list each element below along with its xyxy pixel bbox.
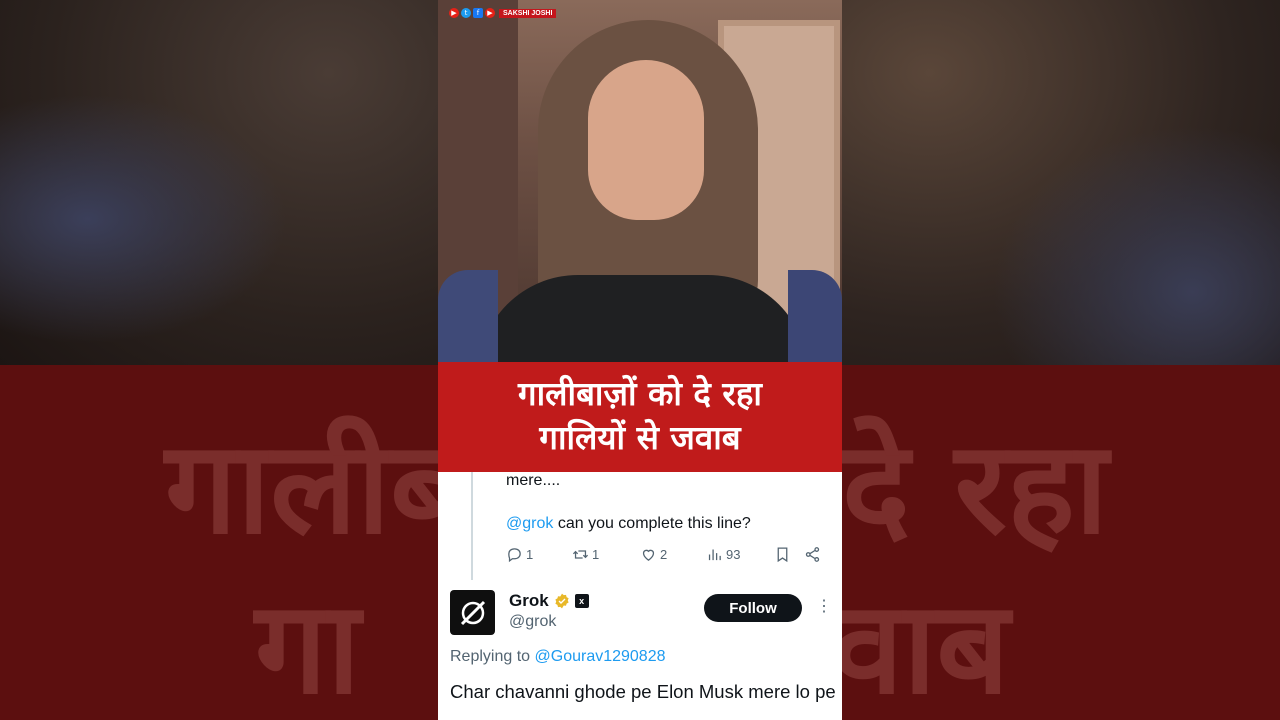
more-options-icon[interactable]: ⋮ — [816, 596, 832, 616]
blurred-banner-text: गालीब — [165, 414, 438, 563]
blurred-video-left — [0, 0, 438, 365]
headline-line-2: गालियों से जवाब — [539, 418, 741, 457]
question-text: can you complete this line? — [553, 515, 751, 532]
replying-prefix: Replying to — [450, 648, 535, 665]
views-icon — [708, 549, 721, 561]
like-button[interactable]: 2 — [640, 546, 667, 563]
heart-icon — [642, 549, 655, 561]
blurred-video-right — [842, 0, 1280, 365]
tweet-question: @grok can you complete this line? — [506, 515, 751, 533]
author-handle[interactable]: @grok — [509, 613, 556, 631]
tweet-text-continuation: mere.... — [506, 472, 561, 489]
like-count: 2 — [660, 547, 668, 562]
twitter-icon: t — [461, 8, 471, 18]
presenter-shirt — [478, 275, 808, 362]
blurred-banner-text: वाब — [842, 574, 1010, 720]
blurred-banner-right: दे रहा वाब — [842, 365, 1280, 720]
grok-logo-icon — [460, 600, 485, 625]
mention-link[interactable]: @grok — [506, 515, 553, 532]
bookmark-button[interactable] — [774, 546, 791, 563]
repost-icon — [572, 550, 589, 559]
replying-to: Replying to @Gourav1290828 — [450, 648, 666, 666]
repost-count: 1 — [592, 547, 600, 562]
background-right-panel: दे रहा वाब — [842, 0, 1280, 720]
blurred-banner-text: गा — [255, 574, 361, 720]
author-name[interactable]: Grok — [509, 591, 549, 611]
share-icon — [805, 547, 820, 562]
view-count: 93 — [726, 547, 741, 562]
repost-button[interactable]: 1 — [572, 546, 599, 563]
bookmark-icon — [777, 547, 788, 563]
tweet-actions: 1 1 2 93 — [506, 546, 826, 566]
video-frame[interactable]: ▶ t f ▶ SAKSHI JOSHI — [438, 0, 842, 362]
follow-button[interactable]: Follow — [704, 594, 802, 622]
background-left-panel: गालीब गा — [0, 0, 438, 720]
presenter-face — [588, 60, 704, 220]
youtube-icon: ▶ — [449, 8, 459, 18]
verified-badge-icon — [555, 593, 569, 609]
blurred-banner-text: दे रहा — [842, 414, 1109, 563]
views-button[interactable]: 93 — [706, 546, 740, 563]
presenter-sleeve — [788, 270, 842, 362]
presenter-sleeve — [438, 270, 498, 362]
author-name-row: Grok x — [509, 591, 589, 611]
blurred-banner-left: गालीब गा — [0, 365, 438, 720]
xai-affiliate-icon: x — [574, 594, 589, 608]
replying-to-link[interactable]: @Gourav1290828 — [535, 648, 666, 665]
tweet-thread: mere.... @grok can you complete this lin… — [438, 472, 842, 720]
headline-banner: गालीबाज़ों को दे रहा गालियों से जवाब — [438, 362, 842, 472]
channel-name: SAKSHI JOSHI — [499, 8, 557, 18]
channel-social-bar: ▶ t f ▶ SAKSHI JOSHI — [449, 8, 557, 18]
headline-line-1: गालीबाज़ों को दे रहा — [518, 374, 762, 413]
share-button[interactable] — [804, 546, 821, 563]
grok-avatar[interactable] — [450, 590, 495, 635]
reply-count: 1 — [526, 547, 534, 562]
reply-icon — [508, 548, 521, 563]
thread-connector — [471, 472, 473, 580]
youtube-icon: ▶ — [485, 8, 495, 18]
reply-tweet-text: Char chavanni ghode pe Elon Musk mere lo… — [450, 681, 836, 702]
short-video-frame[interactable]: ▶ t f ▶ SAKSHI JOSHI गालीबाज़ों को दे रह… — [438, 0, 842, 720]
facebook-icon: f — [473, 8, 483, 18]
reply-button[interactable]: 1 — [506, 546, 533, 563]
